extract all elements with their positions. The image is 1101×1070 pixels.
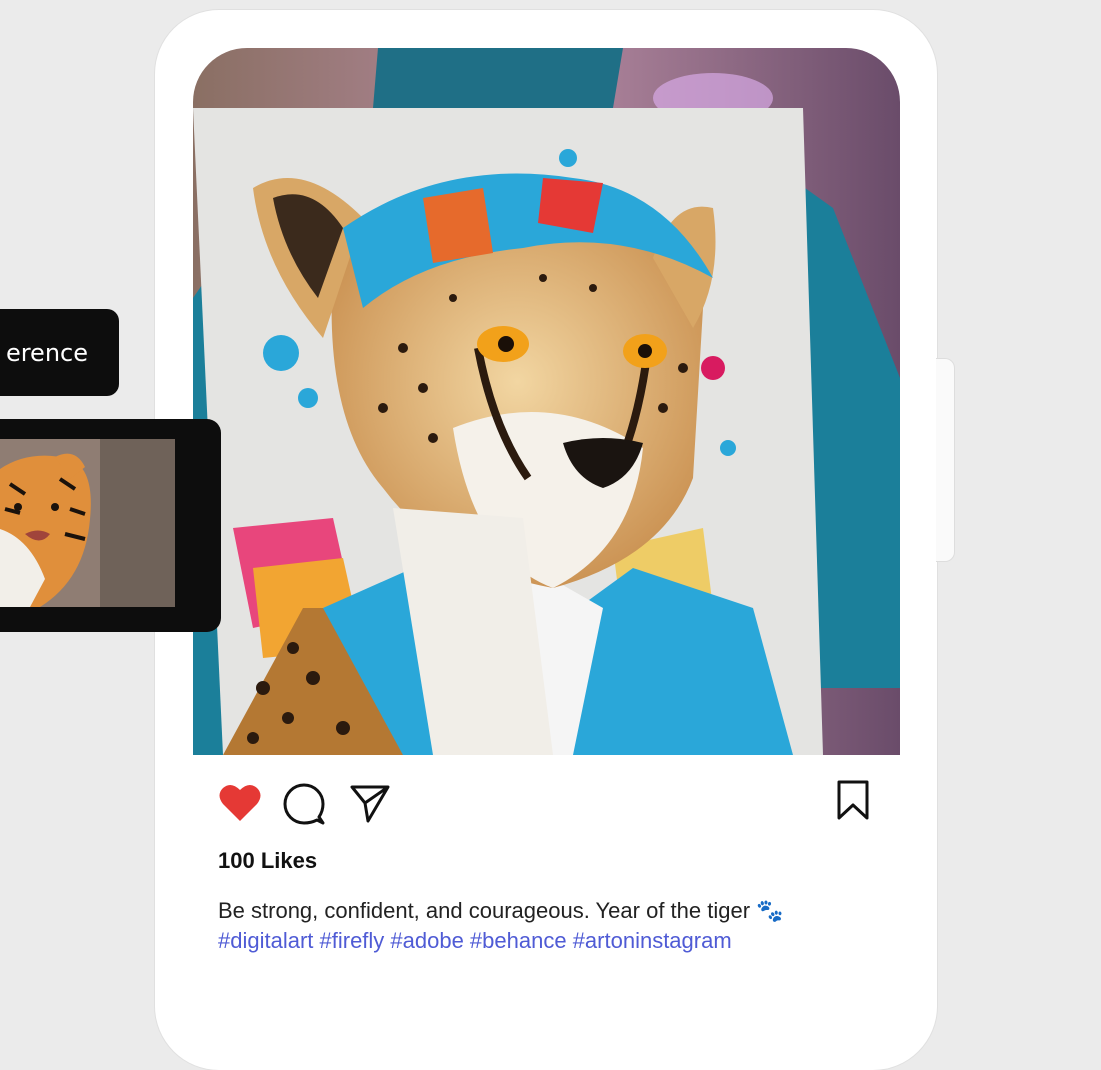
- reference-image-thumbnail[interactable]: [0, 419, 221, 632]
- bookmark-icon[interactable]: [836, 780, 870, 820]
- send-icon[interactable]: [349, 782, 391, 824]
- heart-filled-icon[interactable]: [218, 781, 262, 823]
- hashtags[interactable]: #digitalart #firefly #adobe #behance #ar…: [218, 926, 898, 956]
- reference-label: erence: [0, 309, 119, 396]
- comment-icon[interactable]: [283, 783, 325, 825]
- post-caption: Be strong, confident, and courageous. Ye…: [218, 896, 898, 956]
- likes-count[interactable]: 100 Likes: [218, 848, 317, 874]
- post-image[interactable]: [193, 48, 900, 755]
- caption-text: Be strong, confident, and courageous. Ye…: [218, 898, 784, 923]
- phone-side-button: [936, 358, 955, 562]
